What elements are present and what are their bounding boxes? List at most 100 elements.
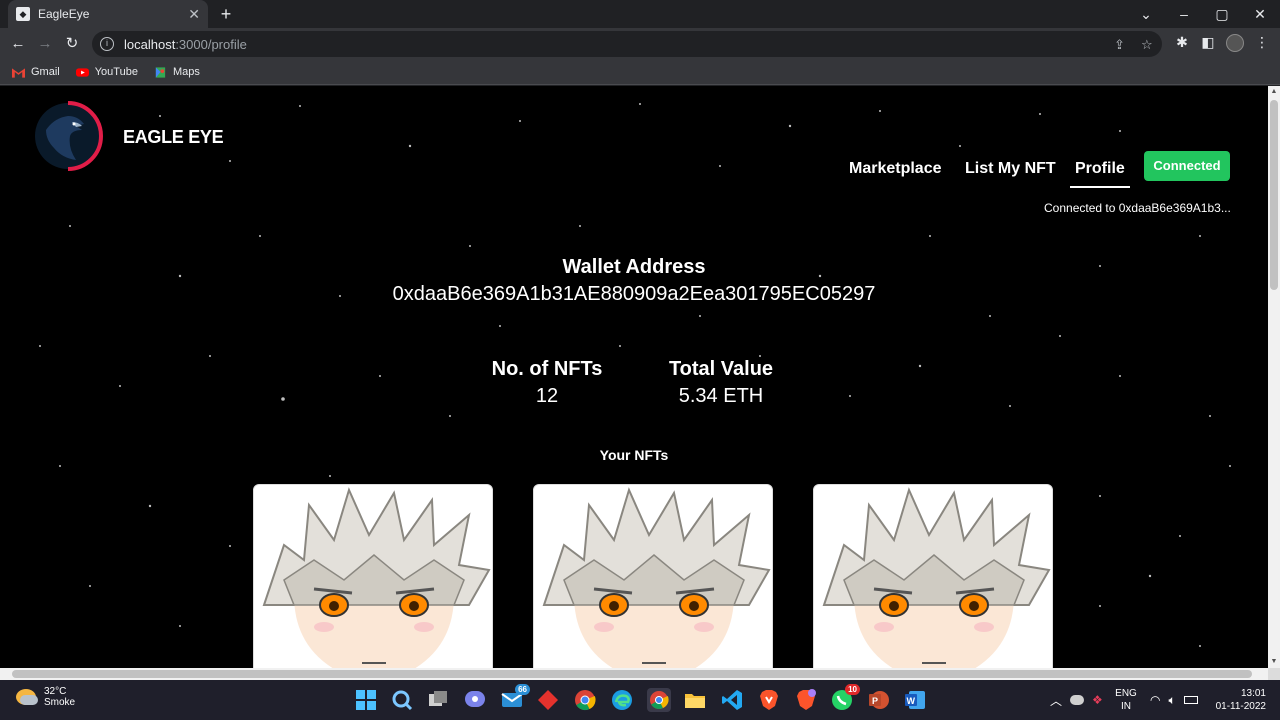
weather-smoke-icon [16, 689, 38, 705]
gmail-icon [12, 67, 25, 78]
bookmarks-bar: Gmail YouTube Maps [0, 60, 1280, 85]
forward-arrow-icon[interactable]: → [35, 34, 55, 54]
dropbox-icon[interactable]: ❖ [1092, 693, 1103, 707]
language-code: ENG [1115, 688, 1137, 699]
horizontal-scroll-thumb[interactable] [12, 670, 1252, 678]
show-hidden-icons-chevron-icon[interactable]: ︿ [1050, 692, 1062, 709]
nft-count-stat: No. of NFTs 12 [490, 358, 604, 408]
connect-wallet-button[interactable]: Connected [1144, 151, 1230, 181]
anime-boy-nft-image [262, 487, 491, 668]
connected-address-text: Connected to 0xdaaB6e369A1b3... [1044, 201, 1231, 215]
system-tray: ︿ ❖ [1050, 680, 1103, 720]
total-value-value: 5.34 ETH [678, 385, 764, 407]
bookmark-gmail[interactable]: Gmail [12, 66, 60, 78]
address-bar[interactable]: i localhost:3000/profile ⇪ ☆ [92, 31, 1162, 57]
maximize-icon[interactable]: ▢ [1204, 0, 1240, 28]
app-red-diamond-icon[interactable] [536, 688, 560, 712]
weather-condition: Smoke [44, 697, 76, 708]
maps-icon [155, 66, 166, 78]
edge-icon[interactable] [610, 688, 634, 712]
profile-avatar[interactable] [1226, 34, 1244, 52]
minimize-icon[interactable]: – [1166, 0, 1202, 28]
scroll-up-icon[interactable]: ▲ [1268, 86, 1280, 98]
weather-widget[interactable]: 32°C Smoke [16, 686, 75, 708]
vscode-icon[interactable] [720, 688, 744, 712]
brave-icon[interactable] [757, 688, 781, 712]
new-tab-button[interactable]: + [216, 4, 236, 24]
brave-beta-icon[interactable] [794, 688, 818, 712]
youtube-icon [75, 67, 89, 77]
nft-card[interactable] [253, 484, 493, 668]
mail-icon[interactable]: 66 [500, 684, 530, 712]
onedrive-warning-icon[interactable] [1070, 695, 1085, 705]
nft-count-value: 12 [535, 385, 559, 407]
volume-icon: 🔈︎ [1168, 692, 1176, 707]
bookmark-label: Maps [172, 66, 200, 78]
tab-search-icon[interactable]: ⌄ [1128, 0, 1164, 28]
mail-badge: 66 [515, 684, 530, 695]
language-indicator[interactable]: ENG IN [1114, 680, 1138, 720]
task-view-icon[interactable] [426, 688, 450, 712]
search-icon[interactable] [390, 688, 414, 712]
bookmark-maps[interactable]: Maps [154, 66, 200, 78]
brand-title[interactable]: EAGLE EYE [123, 127, 224, 148]
window-close-icon[interactable]: ✕ [1242, 0, 1278, 28]
wifi-icon: ◠ [1150, 693, 1161, 707]
file-explorer-icon[interactable] [683, 688, 707, 712]
svg-text:P: P [872, 696, 878, 706]
clock-time: 13:01 [1240, 688, 1266, 699]
nav-profile[interactable]: Profile [1070, 160, 1130, 188]
word-icon[interactable]: W [903, 688, 927, 712]
nav-list-my-nft[interactable]: List My NFT [965, 160, 1056, 178]
vertical-scroll-thumb[interactable] [1270, 100, 1278, 290]
tab-title: EagleEye [38, 7, 90, 21]
vertical-scrollbar[interactable]: ▲ ▼ [1268, 86, 1280, 668]
anime-boy-nft-image [542, 487, 771, 668]
battery-icon [1183, 696, 1198, 704]
whatsapp-badge: 10 [845, 684, 860, 695]
temperature: 32°C [44, 686, 67, 697]
url-host: localhost [124, 36, 176, 52]
teams-chat-icon[interactable] [463, 688, 487, 712]
scroll-down-icon[interactable]: ▼ [1268, 656, 1280, 668]
anime-boy-nft-image [822, 487, 1051, 668]
eagle-favicon-icon: ◆ [16, 7, 30, 21]
svg-text:W: W [907, 696, 916, 706]
browser-toolbar: ← → ↻ i localhost:3000/profile ⇪ ☆ [0, 28, 1280, 60]
share-icon[interactable]: ⇪ [1114, 37, 1125, 53]
wallet-address-value: 0xdaaB6e369A1b31AE880909a2Eea301795EC052… [392, 283, 876, 305]
whatsapp-icon[interactable]: 10 [830, 684, 860, 712]
bookmark-label: YouTube [94, 66, 138, 78]
eagle-logo-icon[interactable] [32, 100, 104, 172]
browser-tab-strip: ◆ EagleEye ✕ + ⌄ – ▢ ✕ [0, 0, 1280, 28]
powerpoint-icon[interactable]: P [867, 688, 891, 712]
back-arrow-icon[interactable]: ← [8, 34, 28, 54]
quick-settings[interactable]: ◠ 🔈︎ [1150, 680, 1198, 720]
total-value-label: Total Value [668, 358, 774, 380]
wallet-address-label: Wallet Address [562, 256, 706, 278]
scrollbar-corner [1268, 668, 1280, 680]
menu-kebab-icon[interactable]: ⋮ [1252, 34, 1272, 51]
windows-start-icon[interactable] [354, 688, 378, 712]
reload-icon[interactable]: ↻ [62, 34, 82, 54]
bookmark-label: Gmail [31, 66, 60, 78]
clock[interactable]: 13:01 01-11-2022 [1214, 680, 1266, 720]
chrome-profile-active-icon[interactable] [647, 688, 671, 712]
total-value-stat: Total Value 5.34 ETH [664, 358, 778, 408]
nft-count-label: No. of NFTs [491, 358, 603, 380]
nft-card[interactable] [813, 484, 1053, 668]
nav-marketplace[interactable]: Marketplace [849, 160, 942, 178]
site-info-icon[interactable]: i [100, 37, 114, 51]
side-panel-icon[interactable]: ◧ [1198, 34, 1218, 51]
browser-tab[interactable]: ◆ EagleEye ✕ [8, 0, 208, 28]
extensions-icon[interactable]: ✱ [1172, 34, 1192, 51]
language-region: IN [1121, 701, 1131, 712]
tab-close-icon[interactable]: ✕ [188, 6, 200, 23]
horizontal-scrollbar[interactable] [0, 668, 1268, 680]
clock-date: 01-11-2022 [1215, 701, 1266, 712]
chrome-icon[interactable] [573, 688, 597, 712]
bookmark-star-icon[interactable]: ☆ [1141, 37, 1153, 53]
nft-card[interactable] [533, 484, 773, 668]
url-path: :3000/profile [175, 36, 247, 52]
bookmark-youtube[interactable]: YouTube [75, 66, 138, 78]
